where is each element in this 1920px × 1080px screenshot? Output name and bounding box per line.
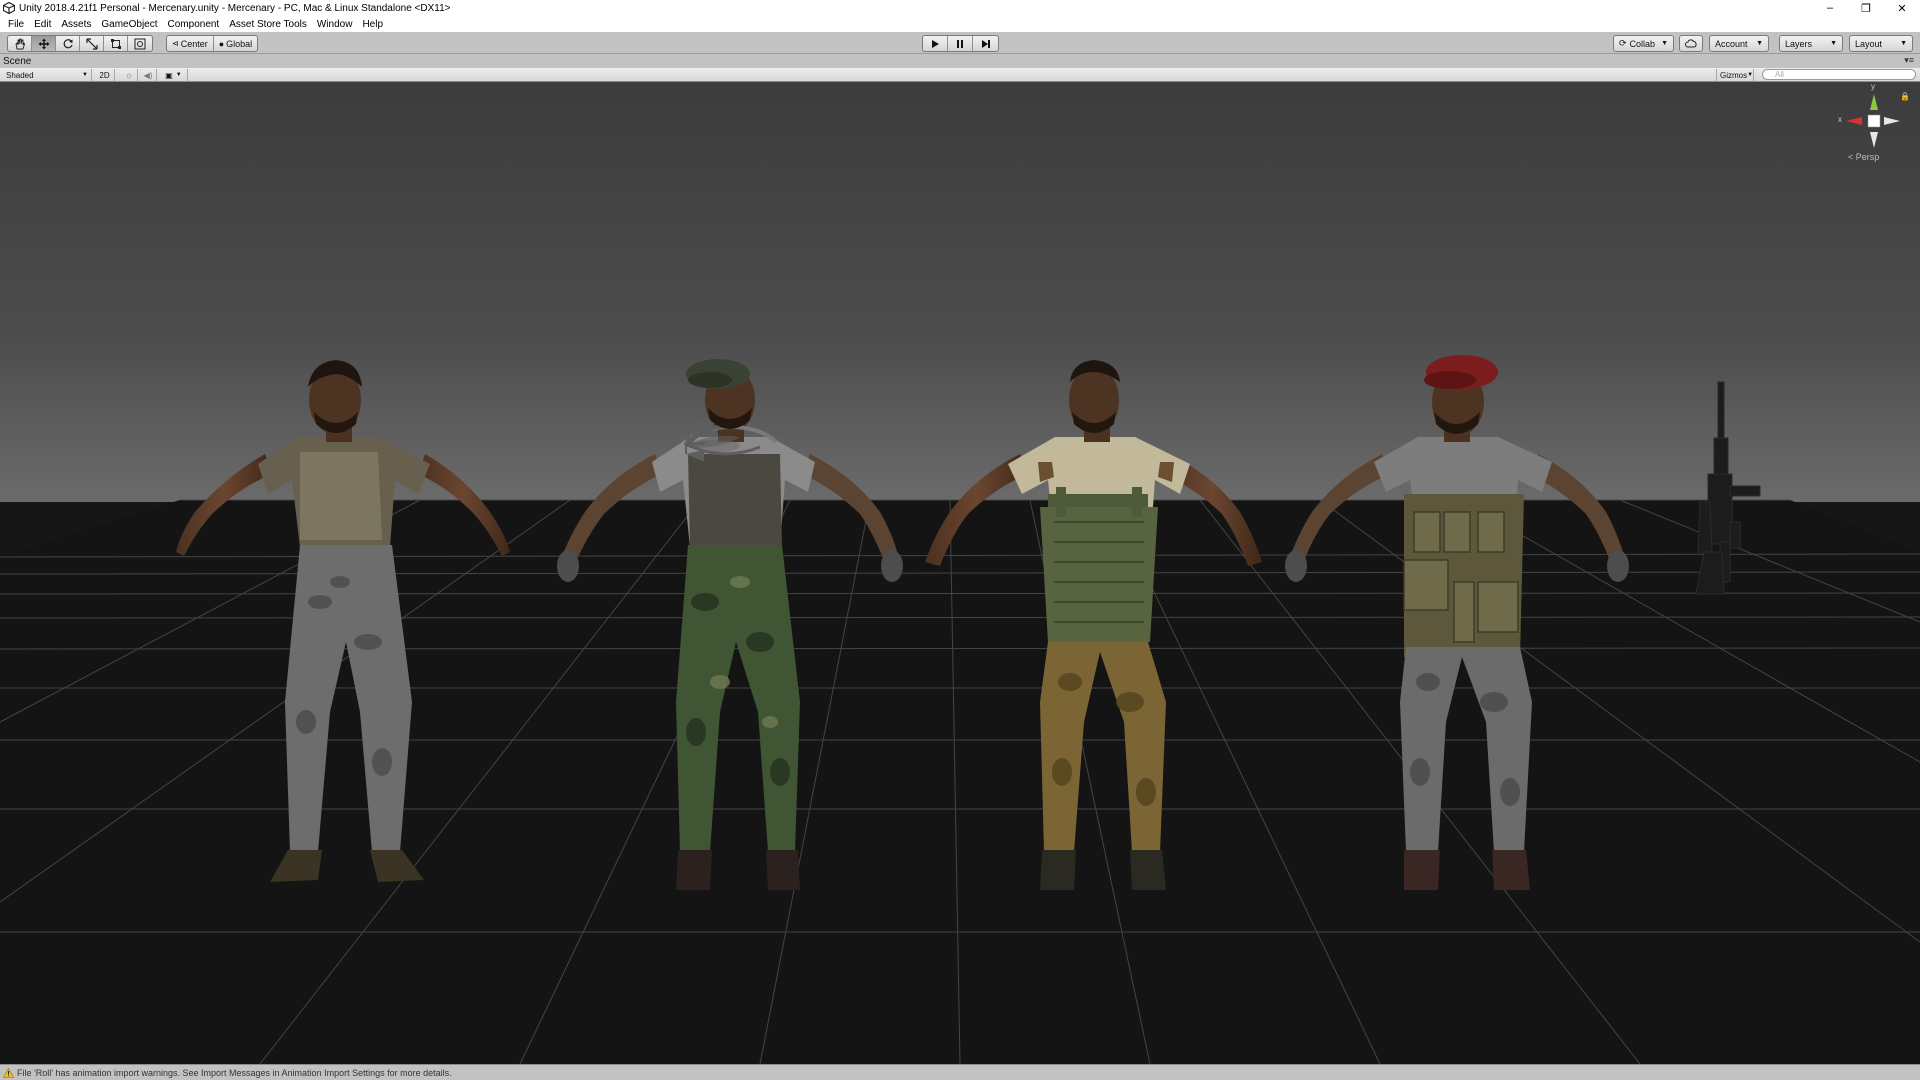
- transform-tools: [7, 35, 153, 52]
- pivot-space-button[interactable]: ● Global: [214, 36, 257, 51]
- menu-edit[interactable]: Edit: [29, 19, 56, 30]
- warning-icon: [3, 1067, 14, 1078]
- rotate-icon: [63, 38, 73, 48]
- move-tool-button[interactable]: [32, 36, 56, 51]
- move-icon: [38, 38, 49, 49]
- pause-button[interactable]: [948, 36, 973, 51]
- status-message[interactable]: File 'Roll' has animation import warning…: [17, 1068, 452, 1078]
- pivot-mode-button[interactable]: ⊲ Center: [167, 36, 214, 51]
- window-controls: – ❐ ✕: [1812, 0, 1920, 16]
- main-toolbar: ⊲ Center ● Global ⟳ Collab ▼ Account ▼ L…: [0, 32, 1920, 54]
- pause-icon: [957, 39, 963, 48]
- restore-button[interactable]: ❐: [1848, 0, 1884, 16]
- search-placeholder: All: [1775, 70, 1784, 79]
- tab-scene[interactable]: Scene: [3, 56, 31, 67]
- transform-icon: [134, 38, 146, 49]
- rect-tool-button[interactable]: [104, 36, 128, 51]
- tab-menu-icon[interactable]: ▾≡: [1904, 55, 1914, 66]
- scene-canvas[interactable]: [0, 82, 1920, 1064]
- projection-label: Persp: [1855, 152, 1880, 162]
- step-button[interactable]: [973, 36, 998, 51]
- axis-gizmo-icon: [1846, 94, 1900, 148]
- rect-icon: [110, 38, 121, 49]
- globe-icon: ●: [218, 38, 225, 49]
- chevron-down-icon: ▼: [175, 72, 182, 78]
- gizmo-y-label: y: [1871, 82, 1875, 91]
- cloud-button[interactable]: [1679, 35, 1703, 52]
- shading-mode-label: Shaded: [6, 70, 34, 80]
- layers-dropdown[interactable]: Layers ▼: [1779, 35, 1843, 52]
- orientation-gizmo[interactable]: y x 🔒 < Persp: [1838, 82, 1910, 162]
- shading-mode-dropdown[interactable]: Shaded ▼: [3, 69, 92, 81]
- play-icon: [932, 39, 939, 48]
- menu-asset-store-tools[interactable]: Asset Store Tools: [224, 19, 312, 30]
- projection-icon: <: [1848, 152, 1854, 162]
- chevron-down-icon: ▼: [1747, 72, 1754, 78]
- pivot-controls: ⊲ Center ● Global: [166, 35, 259, 52]
- play-controls: [922, 35, 999, 52]
- step-icon: [981, 39, 990, 48]
- menu-gameobject[interactable]: GameObject: [96, 19, 162, 30]
- play-button[interactable]: [923, 36, 948, 51]
- mode-2d-toggle[interactable]: 2D: [95, 69, 115, 81]
- cloud-icon: [1685, 39, 1697, 48]
- layout-dropdown[interactable]: Layout ▼: [1849, 35, 1913, 52]
- window-title: Unity 2018.4.21f1 Personal - Mercenary.u…: [19, 2, 451, 14]
- title-bar: Unity 2018.4.21f1 Personal - Mercenary.u…: [0, 0, 1920, 16]
- speaker-icon: ◀): [143, 70, 153, 80]
- menu-window[interactable]: Window: [312, 19, 358, 30]
- menu-help[interactable]: Help: [357, 19, 388, 30]
- account-dropdown[interactable]: Account ▼: [1709, 35, 1769, 52]
- audio-toggle[interactable]: ◀): [140, 69, 157, 81]
- chevron-down-icon: ▼: [1661, 40, 1668, 47]
- gizmos-label: Gizmos: [1720, 70, 1748, 80]
- menu-bar: File Edit Assets GameObject Component As…: [0, 16, 1920, 32]
- scene-tab-bar: Scene ▾≡: [0, 55, 1920, 68]
- minimize-button[interactable]: –: [1812, 0, 1848, 16]
- scene-viewport[interactable]: y x 🔒 < Persp: [0, 82, 1920, 1064]
- hand-tool-button[interactable]: [8, 36, 32, 51]
- pivot-mode-label: Center: [180, 38, 208, 49]
- rotate-tool-button[interactable]: [56, 36, 80, 51]
- mode-2d-label: 2D: [99, 70, 110, 80]
- lock-icon[interactable]: 🔒: [1900, 92, 1910, 101]
- menu-component[interactable]: Component: [163, 19, 225, 30]
- gizmos-dropdown[interactable]: Gizmos ▼: [1716, 69, 1754, 81]
- account-label: Account: [1715, 38, 1748, 49]
- chevron-down-icon: ▼: [1830, 40, 1837, 47]
- image-icon: ▣: [165, 70, 173, 80]
- chevron-down-icon: ▼: [1756, 40, 1763, 47]
- sun-icon: ☼: [124, 70, 134, 80]
- menu-assets[interactable]: Assets: [56, 19, 96, 30]
- gizmo-x-label: x: [1838, 115, 1842, 124]
- scene-toolbar: Shaded ▼ 2D ☼ ◀) ▣ ▼ Gizmos ▼ All: [0, 68, 1920, 82]
- unity-logo-icon: [3, 2, 15, 14]
- status-bar: File 'Roll' has animation import warning…: [0, 1064, 1920, 1080]
- layers-label: Layers: [1785, 38, 1813, 49]
- scene-search-input[interactable]: All: [1762, 69, 1916, 80]
- close-button[interactable]: ✕: [1884, 0, 1920, 16]
- scale-icon: [85, 37, 98, 50]
- projection-toggle[interactable]: < Persp: [1848, 152, 1879, 162]
- layout-label: Layout: [1855, 38, 1883, 49]
- transform-tool-button[interactable]: [128, 36, 152, 51]
- hand-icon: [15, 38, 25, 49]
- pivot-center-icon: ⊲: [172, 39, 179, 48]
- skybox: [0, 82, 1920, 502]
- collab-icon: ⟳: [1619, 38, 1627, 48]
- collab-dropdown[interactable]: ⟳ Collab ▼: [1613, 35, 1674, 52]
- effects-dropdown[interactable]: ▣ ▼: [160, 69, 188, 81]
- chevron-down-icon: ▼: [82, 72, 88, 78]
- lighting-toggle[interactable]: ☼: [121, 69, 138, 81]
- pivot-space-label: Global: [226, 38, 253, 49]
- collab-label: Collab: [1629, 38, 1656, 49]
- menu-file[interactable]: File: [3, 19, 29, 30]
- scale-tool-button[interactable]: [80, 36, 104, 51]
- chevron-down-icon: ▼: [1900, 40, 1907, 47]
